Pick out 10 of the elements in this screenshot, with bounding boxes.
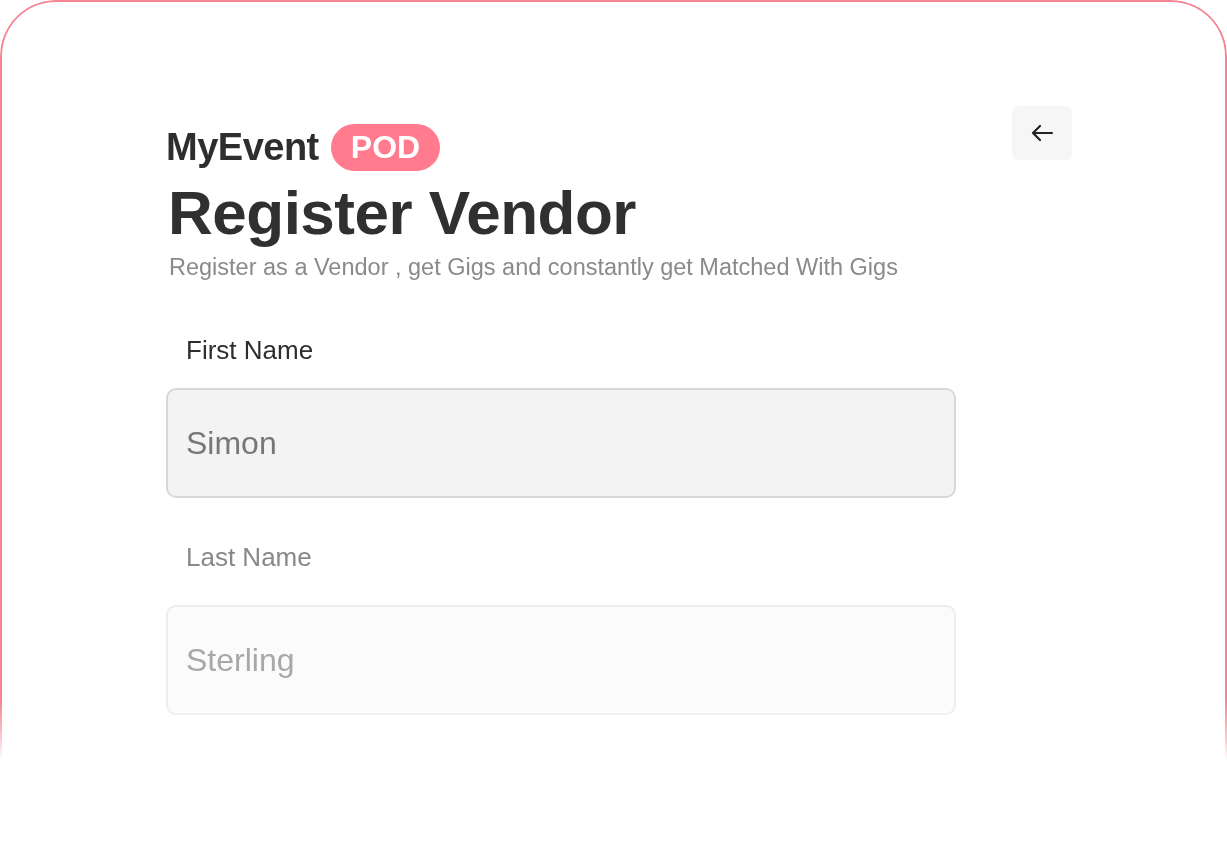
input-field[interactable]: Simon xyxy=(166,388,956,498)
page-title: Register Vendor xyxy=(168,177,637,248)
back-arrow-icon xyxy=(1030,124,1054,142)
input-field[interactable]: Sterling xyxy=(166,605,956,715)
field-label: Last Name xyxy=(186,542,313,573)
back-button[interactable] xyxy=(1012,106,1072,160)
field-label: First Name xyxy=(186,335,315,366)
brand-logo: MyEvent xyxy=(166,126,319,169)
page-subtitle: Register as a Vendor , get Gigs and constantly get Matched With Gigs xyxy=(169,254,899,281)
brand-badge: POD xyxy=(330,124,441,171)
